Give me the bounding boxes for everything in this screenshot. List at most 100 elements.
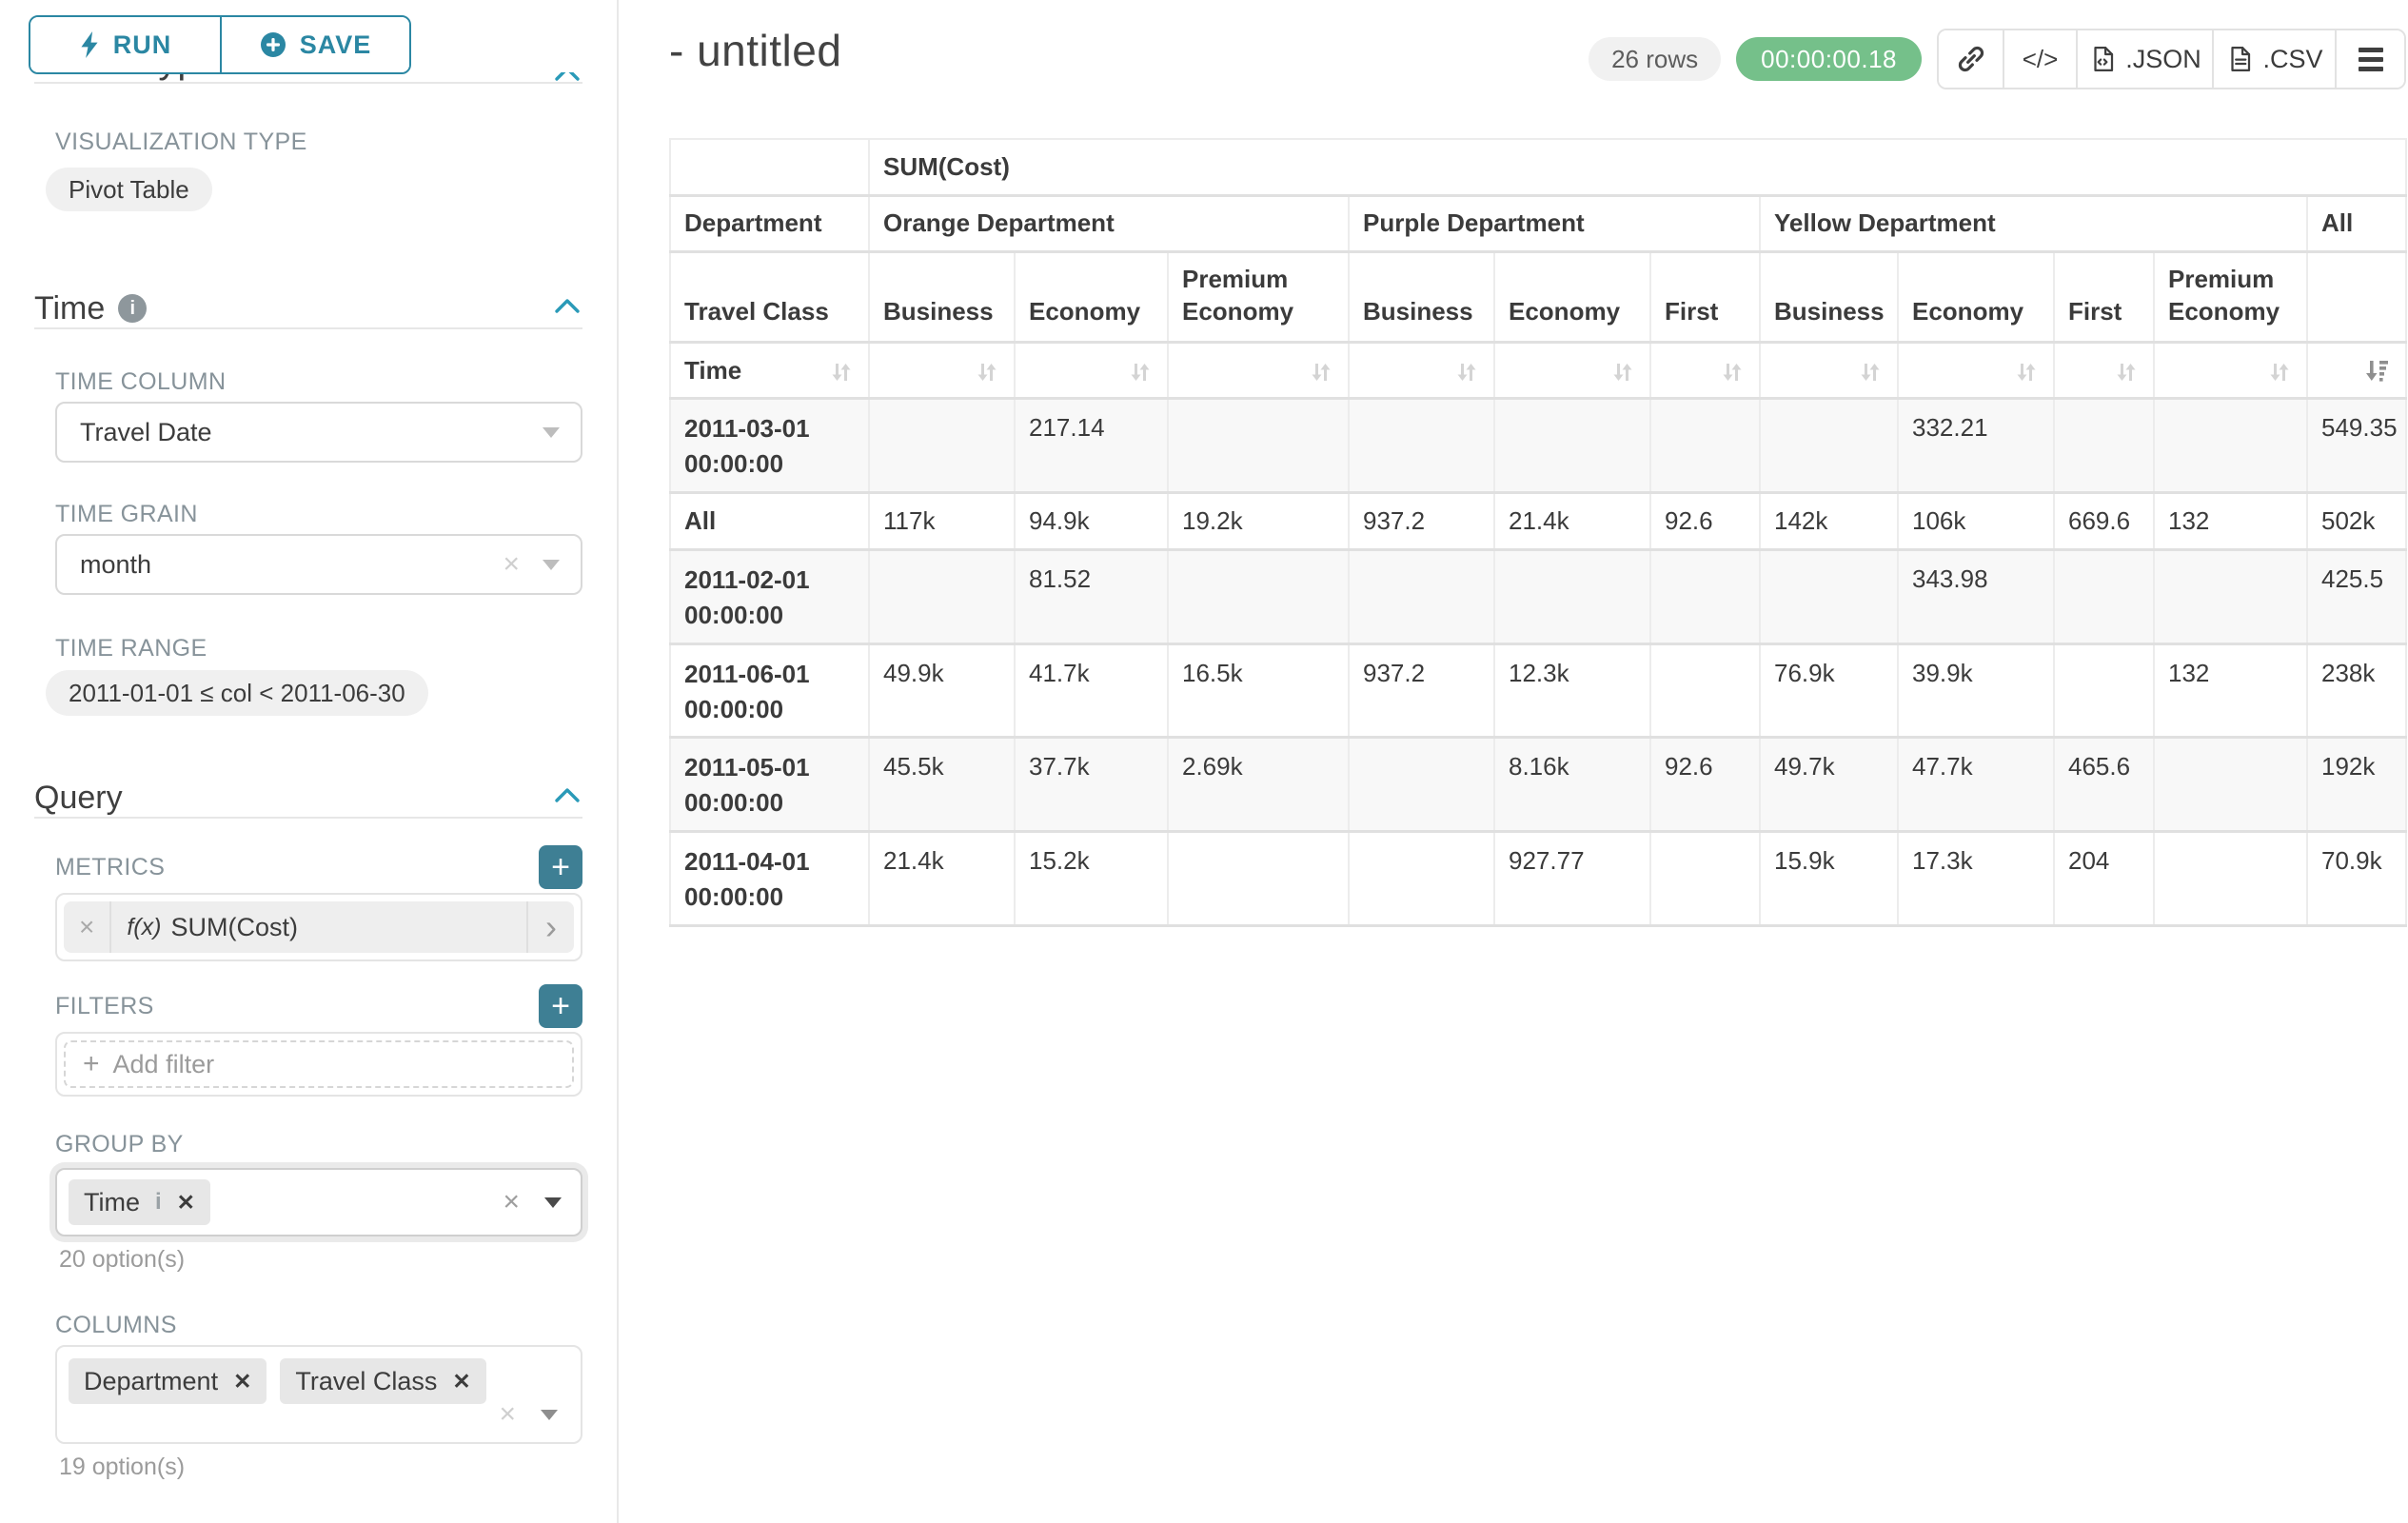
pivot-department-row: DepartmentOrange DepartmentPurple Depart… [670, 195, 2406, 251]
filters-label: FILTERS [55, 993, 154, 1020]
row-count-badge: 26 rows [1589, 37, 1721, 81]
link-icon [1956, 44, 1986, 74]
export-json-label: .JSON [2125, 45, 2201, 74]
pivot-value-cell [2154, 549, 2307, 643]
export-csv-button[interactable]: .CSV [2214, 30, 2337, 88]
hamburger-menu-icon [2359, 48, 2383, 71]
metric-value: SUM(Cost) [170, 913, 298, 942]
remove-tag-icon[interactable]: ✕ [177, 1190, 195, 1216]
add-metric-button[interactable]: + [539, 845, 582, 889]
pivot-value-cell: 49.7k [1760, 738, 1898, 832]
more-options-button[interactable] [2337, 30, 2404, 88]
pivot-value-cell [2154, 832, 2307, 926]
pivot-value-cell: 2.69k [1168, 738, 1349, 832]
share-link-button[interactable] [1939, 30, 2004, 88]
pivot-value-cell [1349, 549, 1494, 643]
remove-metric-icon[interactable]: × [64, 901, 111, 953]
time-grain-value: month [80, 550, 151, 580]
save-button[interactable]: SAVE [220, 17, 409, 72]
time-column-value: Travel Date [80, 418, 212, 447]
pivot-sort-cell [1898, 343, 2054, 399]
chevron-up-icon[interactable] [552, 785, 582, 811]
time-column-select[interactable]: Travel Date [55, 402, 582, 463]
pivot-sort-cell [1760, 343, 1898, 399]
sort-arrows-icon[interactable] [1308, 356, 1334, 385]
metric-chip[interactable]: × f(x) SUM(Cost) › [64, 901, 574, 953]
pivot-class-row: Travel ClassBusinessEconomyPremium Econo… [670, 251, 2406, 343]
pivot-row: 2011-04-01 00:00:0021.4k15.2k927.7715.9k… [670, 832, 2406, 926]
pivot-department-header: Yellow Department [1760, 195, 2307, 251]
add-filter-button[interactable]: + [539, 984, 582, 1028]
file-csv-icon [2225, 45, 2254, 73]
pivot-value-cell: 217.14 [1015, 399, 1168, 493]
remove-tag-icon[interactable]: ✕ [233, 1369, 251, 1394]
sort-descending-icon[interactable] [2363, 355, 2392, 384]
sort-arrows-icon[interactable] [1453, 356, 1480, 385]
sidebar-scroll-area[interactable]: Chart Type VISUALIZATION TYPE Pivot Tabl… [0, 0, 615, 1523]
pivot-value-cell: 76.9k [1760, 643, 1898, 738]
pivot-value-cell: 425.5 [2307, 549, 2406, 643]
remove-tag-icon[interactable]: ✕ [452, 1369, 470, 1394]
columns-select[interactable]: Department ✕ Travel Class ✕ × [55, 1345, 582, 1444]
pivot-value-cell [2154, 399, 2307, 493]
run-button[interactable]: RUN [30, 17, 220, 72]
plus-circle-icon [260, 31, 286, 58]
group-by-select[interactable]: Time i ✕ × [55, 1168, 582, 1236]
pivot-value-cell [1494, 399, 1650, 493]
x-clear-icon[interactable]: × [503, 550, 520, 579]
pivot-value-cell: 106k [1898, 492, 2054, 549]
pivot-department-header: Purple Department [1349, 195, 1760, 251]
pivot-value-cell: 45.5k [869, 738, 1015, 832]
metrics-box: × f(x) SUM(Cost) › [55, 893, 582, 961]
pivot-table-grid: SUM(Cost)DepartmentOrange DepartmentPurp… [669, 138, 2407, 927]
pivot-row: All117k94.9k19.2k937.221.4k92.6142k106k6… [670, 492, 2406, 549]
result-toolbar: 26 rows 00:00:00.18 </> .JSON . [1589, 29, 2406, 89]
columns-tag[interactable]: Travel Class ✕ [280, 1358, 485, 1404]
pivot-row: 2011-06-01 00:00:0049.9k41.7k16.5k937.21… [670, 643, 2406, 738]
pivot-value-cell: 192k [2307, 738, 2406, 832]
pivot-class-row-label: Travel Class [670, 251, 869, 343]
pivot-value-cell [1168, 832, 1349, 926]
control-panel-sidebar: Chart Type VISUALIZATION TYPE Pivot Tabl… [0, 0, 619, 1523]
pivot-value-cell: 92.6 [1650, 738, 1760, 832]
time-range-pill[interactable]: 2011-01-01 ≤ col < 2011-06-30 [46, 670, 428, 716]
chart-title[interactable]: - untitled [669, 25, 841, 76]
pivot-value-cell [2054, 643, 2154, 738]
pivot-value-cell [1650, 643, 1760, 738]
tag-label: Department [84, 1367, 218, 1396]
export-csv-label: .CSV [2262, 45, 2322, 74]
sort-arrows-icon[interactable] [828, 356, 855, 386]
sort-arrows-icon[interactable] [2113, 356, 2140, 385]
pivot-row-header: 2011-04-01 00:00:00 [670, 832, 869, 926]
x-clear-icon[interactable]: × [499, 1400, 516, 1429]
expand-metric-icon[interactable]: › [526, 901, 574, 953]
sort-arrows-icon[interactable] [2266, 356, 2293, 385]
pivot-value-cell [1168, 549, 1349, 643]
viz-type-label: VISUALIZATION TYPE [55, 129, 582, 156]
group-by-tag[interactable]: Time i ✕ [69, 1179, 210, 1225]
chevron-up-icon[interactable] [552, 296, 582, 322]
pivot-class-header: Economy [1898, 251, 2054, 343]
pivot-value-cell: 16.5k [1168, 643, 1349, 738]
sort-arrows-icon[interactable] [1719, 356, 1746, 385]
code-icon: </> [2023, 45, 2059, 74]
view-query-button[interactable]: </> [2004, 30, 2078, 88]
viz-type-pill[interactable]: Pivot Table [46, 168, 212, 211]
pivot-sort-cell [2307, 343, 2406, 399]
sort-arrows-icon[interactable] [1127, 356, 1154, 385]
sort-arrows-icon[interactable] [2013, 356, 2040, 385]
section-query: Query [34, 779, 582, 817]
pivot-value-cell: 8.16k [1494, 738, 1650, 832]
pivot-value-cell: 21.4k [869, 832, 1015, 926]
time-grain-select[interactable]: month × [55, 534, 582, 595]
sort-arrows-icon[interactable] [1609, 356, 1636, 385]
caret-down-icon [543, 427, 560, 438]
sort-arrows-icon[interactable] [974, 356, 1000, 385]
add-filter-dropzone[interactable]: + Add filter [64, 1040, 574, 1088]
pivot-row-header: 2011-05-01 00:00:00 [670, 738, 869, 832]
columns-tag[interactable]: Department ✕ [69, 1358, 266, 1404]
export-json-button[interactable]: .JSON [2078, 30, 2214, 88]
x-clear-icon[interactable]: × [503, 1188, 520, 1216]
sort-arrows-icon[interactable] [1857, 356, 1884, 385]
tag-label: Time [84, 1188, 140, 1217]
